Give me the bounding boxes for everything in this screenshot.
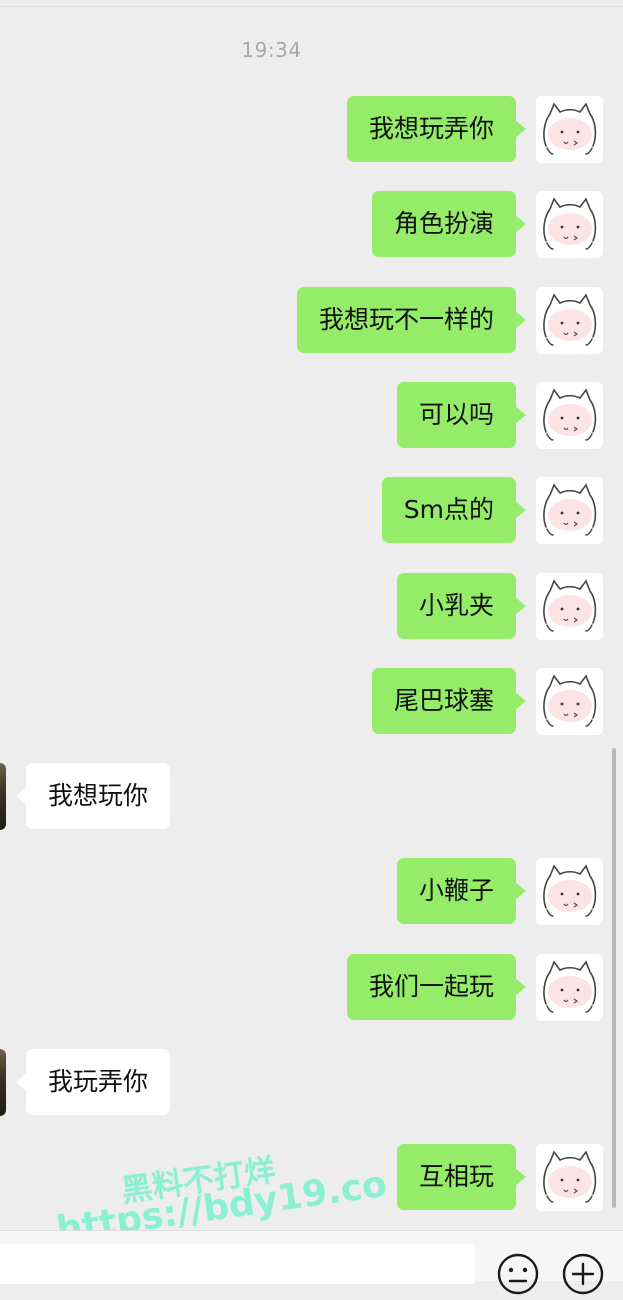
message-bubble[interactable]: 小鞭子 [396, 858, 527, 924]
outgoing-message: 我想玩不一样的 [0, 287, 623, 355]
cat-sticker-icon [543, 960, 597, 1013]
message-bubble[interactable]: 我想玩弄你 [346, 96, 527, 162]
message-bubble[interactable]: 互相玩 [396, 1144, 527, 1210]
my-avatar[interactable] [536, 858, 603, 925]
emoji-icon [497, 1253, 539, 1295]
emoji-button[interactable] [496, 1252, 540, 1296]
message-bubble[interactable]: 尾巴球塞 [371, 668, 527, 734]
my-avatar[interactable] [536, 191, 603, 258]
cat-sticker-icon [543, 197, 597, 250]
contact-avatar[interactable] [0, 1049, 6, 1116]
cat-sticker-icon [543, 293, 597, 346]
top-divider [0, 6, 623, 7]
outgoing-message: 我想玩弄你 [0, 96, 623, 164]
incoming-message: 我想玩你 [0, 763, 623, 831]
my-avatar[interactable] [536, 477, 603, 544]
my-avatar[interactable] [536, 954, 603, 1021]
message-input[interactable] [0, 1244, 475, 1284]
cat-sticker-icon [543, 102, 597, 155]
outgoing-message: Sm点的 [0, 477, 623, 545]
cat-sticker-icon [543, 579, 597, 632]
incoming-message: 我玩弄你 [0, 1049, 623, 1117]
message-bubble[interactable]: 我玩弄你 [15, 1049, 171, 1115]
plus-icon [562, 1253, 604, 1295]
more-button[interactable] [561, 1252, 605, 1296]
my-avatar[interactable] [536, 668, 603, 735]
contact-avatar[interactable] [0, 763, 6, 830]
cat-sticker-icon [543, 1150, 597, 1203]
my-avatar[interactable] [536, 96, 603, 163]
my-avatar[interactable] [536, 382, 603, 449]
outgoing-message: 小鞭子 [0, 858, 623, 926]
my-avatar[interactable] [536, 287, 603, 354]
outgoing-message: 小乳夹 [0, 573, 623, 641]
message-bubble[interactable]: 可以吗 [396, 382, 527, 448]
scrollbar[interactable] [612, 748, 616, 1208]
message-bubble[interactable]: Sm点的 [381, 477, 527, 543]
message-timestamp: 19:34 [241, 38, 302, 62]
outgoing-message: 尾巴球塞 [0, 668, 623, 736]
message-bubble[interactable]: 我们一起玩 [346, 954, 527, 1020]
outgoing-message: 角色扮演 [0, 191, 623, 259]
message-bubble[interactable]: 我想玩不一样的 [296, 287, 527, 353]
outgoing-message: 我们一起玩 [0, 954, 623, 1022]
message-bubble[interactable]: 角色扮演 [371, 191, 527, 257]
cat-sticker-icon [543, 864, 597, 917]
my-avatar[interactable] [536, 573, 603, 640]
my-avatar[interactable] [536, 1144, 603, 1211]
cat-sticker-icon [543, 388, 597, 441]
outgoing-message: 可以吗 [0, 382, 623, 450]
message-bubble[interactable]: 小乳夹 [396, 573, 527, 639]
cat-sticker-icon [543, 674, 597, 727]
message-bubble[interactable]: 我想玩你 [15, 763, 171, 829]
cat-sticker-icon [543, 483, 597, 536]
